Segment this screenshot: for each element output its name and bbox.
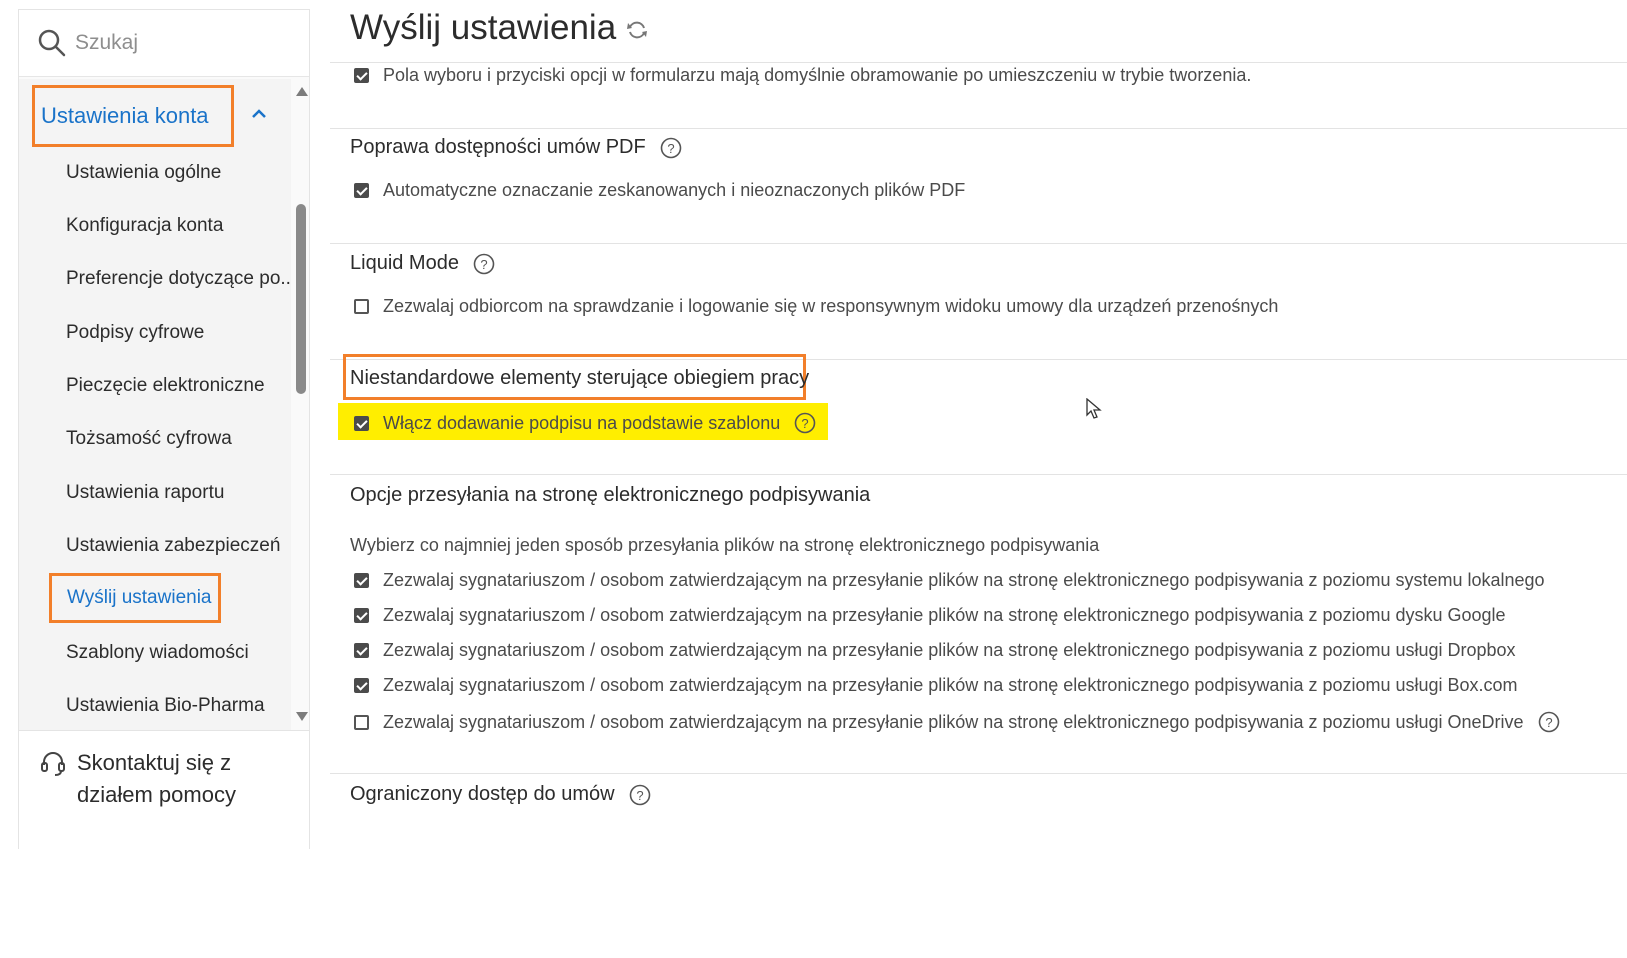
upload-option-google-drive[interactable]: Zezwalaj sygnatariuszom / osobom zatwier… [354,605,1506,626]
help-icon[interactable]: ? [660,137,682,159]
svg-text:?: ? [480,257,487,272]
sidebar-item-general-settings[interactable]: Ustawienia ogólne [66,162,221,184]
sidebar-item-account-setup[interactable]: Konfiguracja konta [66,215,223,237]
template-signature-option[interactable]: Włącz dodawanie podpisu na podstawie sza… [354,412,816,434]
section-title-text: Niestandardowe elementy sterujące obiegi… [350,367,810,389]
option-label: Zezwalaj sygnatariuszom / osobom zatwier… [383,640,1516,660]
sidebar-item-send-settings[interactable]: Wyślij ustawienia [49,573,221,623]
option-label: Zezwalaj sygnatariuszom / osobom zatwier… [383,711,1524,732]
upload-option-dropbox[interactable]: Zezwalaj sygnatariuszom / osobom zatwier… [354,640,1516,661]
sidebar-scrollbar[interactable] [292,79,310,739]
option-label: Pola wyboru i przyciski opcji w formular… [383,65,1252,85]
scroll-thumb[interactable] [296,204,306,394]
checkbox[interactable] [354,183,369,198]
sidebar: Szukaj Ustawienia konta Ustawienia ogóln… [18,9,310,849]
option-label: Zezwalaj sygnatariuszom / osobom zatwier… [383,675,1518,695]
search-icon [38,29,66,57]
help-icon[interactable]: ? [473,253,495,275]
option-label: Zezwalaj sygnatariuszom / osobom zatwier… [383,605,1506,625]
sidebar-item-electronic-seals[interactable]: Pieczęcie elektroniczne [66,375,265,397]
divider [330,773,1627,774]
sidebar-item-preferences[interactable]: Preferencje dotyczące po... [66,268,291,290]
section-title-text: Liquid Mode [350,252,459,274]
option-label: Zezwalaj sygnatariuszom / osobom zatwier… [383,570,1545,590]
checkbox[interactable] [354,415,369,431]
liquid-mode-option[interactable]: Zezwalaj odbiorcom na sprawdzanie i logo… [354,296,1278,317]
checkbox[interactable] [354,714,369,730]
section-title-text: Ograniczony dostęp do umów [350,783,615,805]
sidebar-item-bio-pharma[interactable]: Ustawienia Bio-Pharma [66,695,265,717]
section-title-upload-options: Opcje przesyłania na stronę elektroniczn… [350,484,870,507]
checkbox[interactable] [354,608,369,623]
divider [330,243,1627,244]
auto-tag-pdf-option[interactable]: Automatyczne oznaczanie zeskanowanych i … [354,180,965,201]
section-title-pdf-accessibility: Poprawa dostępności umów PDF ? [350,136,682,159]
sidebar-item-digital-identity[interactable]: Tożsamość cyfrowa [66,428,232,450]
section-title-custom-workflow: Niestandardowe elementy sterujące obiegi… [350,367,809,390]
svg-text:?: ? [1545,715,1552,730]
svg-text:?: ? [636,788,643,803]
sidebar-item-message-templates[interactable]: Szablony wiadomości [66,642,249,664]
chevron-up-icon[interactable] [251,109,267,119]
scroll-up-arrow-icon[interactable] [296,87,308,96]
sidebar-section-label: Ustawienia konta [41,103,209,128]
sidebar-item-report-settings[interactable]: Ustawienia raportu [66,482,224,504]
title-divider [330,62,1627,63]
sidebar-section-account-settings[interactable]: Ustawienia konta [32,85,234,147]
upload-description: Wybierz co najmniej jeden sposób przesył… [350,535,1100,555]
sidebar-item-digital-signatures[interactable]: Podpisy cyfrowe [66,322,204,344]
checkbox[interactable] [354,573,369,588]
option-label: Automatyczne oznaczanie zeskanowanych i … [383,180,966,200]
upload-option-onedrive[interactable]: Zezwalaj sygnatariuszom / osobom zatwier… [354,711,1560,733]
section-title-liquid-mode: Liquid Mode ? [350,252,495,275]
search-box[interactable]: Szukaj [19,10,309,77]
upload-option-box[interactable]: Zezwalaj sygnatariuszom / osobom zatwier… [354,675,1518,696]
main-content: Wyślij ustawienia Pola wyboru i przycisk… [330,0,1627,958]
form-fields-border-option[interactable]: Pola wyboru i przyciski opcji w formular… [354,65,1251,86]
section-title-restricted-access: Ograniczony dostęp do umów ? [350,783,651,806]
headset-icon [41,752,65,776]
checkbox[interactable] [354,299,369,314]
help-icon[interactable]: ? [629,784,651,806]
option-label: Zezwalaj odbiorcom na sprawdzanie i logo… [383,296,1279,316]
contact-support-label: Skontaktuj się z działem pomocy [77,750,236,807]
mouse-cursor-icon [1086,398,1102,419]
page-title: Wyślij ustawienia [350,8,648,48]
option-label: Włącz dodawanie podpisu na podstawie sza… [383,412,781,433]
help-icon[interactable]: ? [1538,711,1560,733]
sidebar-nav: Ustawienia konta Ustawienia ogólne Konfi… [19,79,291,769]
page-title-text: Wyślij ustawienia [350,8,617,47]
svg-text:?: ? [667,141,674,156]
search-placeholder: Szukaj [75,31,139,54]
checkbox[interactable] [354,68,369,83]
divider [330,128,1627,129]
svg-text:?: ? [802,416,809,431]
checkbox[interactable] [354,643,369,658]
checkbox[interactable] [354,678,369,693]
section-title-text: Opcje przesyłania na stronę elektroniczn… [350,484,871,506]
contact-support[interactable]: Skontaktuj się z działem pomocy [19,730,309,849]
upload-option-local[interactable]: Zezwalaj sygnatariuszom / osobom zatwier… [354,570,1545,591]
divider [330,474,1627,475]
sidebar-item-security-settings[interactable]: Ustawienia zabezpieczeń [66,535,280,557]
section-title-text: Poprawa dostępności umów PDF [350,136,646,158]
help-icon[interactable]: ? [794,412,816,434]
scroll-down-arrow-icon[interactable] [296,712,308,721]
refresh-icon[interactable] [626,19,648,41]
